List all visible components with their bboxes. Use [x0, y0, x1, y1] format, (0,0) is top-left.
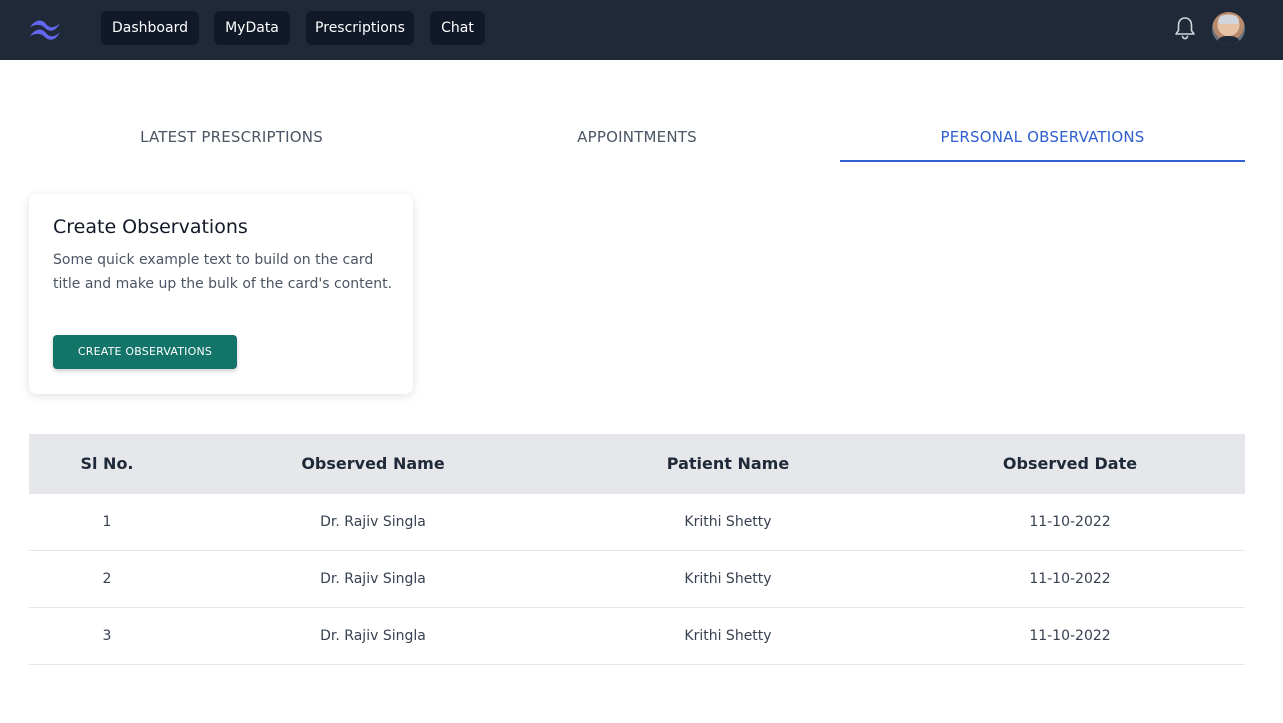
tab-latest-prescriptions[interactable]: LATEST PRESCRIPTIONS: [29, 128, 434, 162]
cell-observed-name: Dr. Rajiv Singla: [320, 514, 426, 530]
cell-observed-date: 11-10-2022: [1029, 628, 1111, 644]
cell-sl-no: 2: [102, 571, 112, 587]
cell-observed-date: 11-10-2022: [1029, 571, 1111, 587]
cell-observed-name: Dr. Rajiv Singla: [320, 628, 426, 644]
tab-personal-observations[interactable]: PERSONAL OBSERVATIONS: [840, 128, 1245, 162]
card-title: Create Observations: [53, 216, 248, 238]
nav-mydata-button[interactable]: MyData: [214, 11, 290, 45]
nav-dashboard-button[interactable]: Dashboard: [101, 11, 199, 45]
create-observations-button[interactable]: CREATE OBSERVATIONS: [53, 335, 237, 369]
table-row[interactable]: 3 Dr. Rajiv Singla Krithi Shetty 11-10-2…: [29, 608, 1245, 665]
logo-icon[interactable]: [28, 17, 62, 41]
table-row[interactable]: 1 Dr. Rajiv Singla Krithi Shetty 11-10-2…: [29, 494, 1245, 551]
bell-icon[interactable]: [1172, 15, 1198, 41]
tab-appointments[interactable]: APPOINTMENTS: [434, 128, 840, 162]
cell-observed-name: Dr. Rajiv Singla: [320, 571, 426, 587]
cell-patient-name: Krithi Shetty: [684, 628, 772, 644]
avatar-hair: [1218, 15, 1239, 24]
cell-sl-no: 3: [102, 628, 112, 644]
cell-sl-no: 1: [102, 514, 112, 530]
card-description: Some quick example text to build on the …: [53, 252, 393, 292]
header-observed-name: Observed Name: [301, 454, 445, 473]
nav-prescriptions-button[interactable]: Prescriptions: [306, 11, 414, 45]
cell-patient-name: Krithi Shetty: [684, 571, 772, 587]
header-patient-name: Patient Name: [666, 454, 790, 473]
top-navbar: Dashboard MyData Prescriptions Chat: [0, 0, 1283, 60]
cell-observed-date: 11-10-2022: [1029, 514, 1111, 530]
table-header: Sl No. Observed Name Patient Name Observ…: [29, 434, 1245, 494]
observations-table: Sl No. Observed Name Patient Name Observ…: [29, 434, 1245, 665]
nav-chat-button[interactable]: Chat: [430, 11, 485, 45]
header-sl-no: Sl No.: [80, 454, 134, 473]
header-observed-date: Observed Date: [1002, 454, 1138, 473]
avatar-shirt: [1216, 36, 1241, 45]
table-row[interactable]: 2 Dr. Rajiv Singla Krithi Shetty 11-10-2…: [29, 551, 1245, 608]
cell-patient-name: Krithi Shetty: [684, 514, 772, 530]
user-avatar[interactable]: [1212, 12, 1245, 45]
create-observations-card: Create Observations Some quick example t…: [29, 194, 413, 394]
